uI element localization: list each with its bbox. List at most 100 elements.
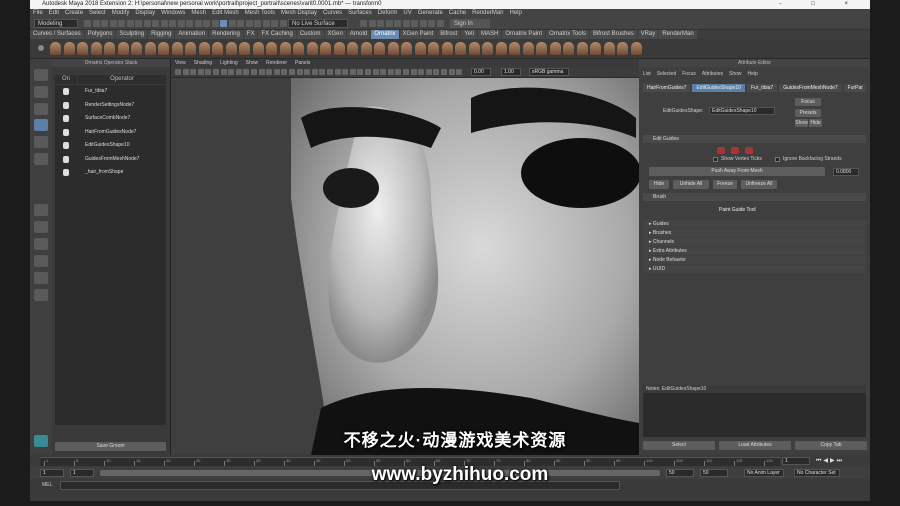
notes-field[interactable] — [643, 393, 866, 437]
ornatrix-shelf-icon[interactable] — [333, 42, 345, 55]
ornatrix-shelf-icon[interactable] — [198, 42, 210, 55]
status-render-icon[interactable] — [385, 20, 393, 27]
character-set-dropdown[interactable]: No Character Set — [794, 469, 840, 477]
ignore-backfacing-checkbox[interactable] — [775, 157, 780, 162]
shelf-tab-ornatrix-tools[interactable]: Ornatrix Tools — [546, 30, 589, 39]
viewport-tool-icon[interactable] — [342, 69, 349, 75]
ornatrix-shelf-icon[interactable] — [77, 42, 88, 55]
status-tool-icon[interactable] — [92, 20, 100, 27]
viewport-tool-icon[interactable] — [425, 69, 432, 75]
ae-show-button[interactable]: Show — [795, 119, 808, 127]
push-value-field[interactable]: 0.0800 — [833, 168, 859, 176]
scale-tool-icon[interactable] — [34, 153, 48, 165]
viewport-tool-icon[interactable] — [387, 69, 394, 75]
shelf-tab-arnold[interactable]: Arnold — [346, 30, 371, 39]
viewport-tool-icon[interactable] — [281, 69, 288, 75]
ae-focus-button[interactable]: Focus — [795, 98, 821, 106]
status-tool-icon[interactable] — [254, 20, 261, 27]
menu-mesh[interactable]: Mesh — [191, 10, 206, 16]
ae-unfreeze-all-button[interactable]: Unfreeze All — [741, 180, 777, 189]
viewport-tool-icon[interactable] — [205, 69, 212, 75]
status-tool-icon[interactable] — [84, 20, 91, 27]
status-tool-icon[interactable] — [194, 20, 202, 27]
status-tool-icon[interactable] — [152, 20, 159, 27]
status-render-icon[interactable] — [368, 20, 376, 27]
viewport-menu-renderer[interactable]: Renderer — [266, 60, 287, 66]
menu-generate[interactable]: Generate — [418, 10, 443, 16]
ae-menu-selected[interactable]: Selected — [657, 71, 676, 77]
ae-menu-show[interactable]: Show — [729, 71, 742, 77]
layout-two-icon[interactable] — [34, 238, 48, 250]
viewport-tool-icon[interactable] — [190, 69, 197, 75]
range-start-field[interactable]: 1 — [70, 469, 94, 477]
ornatrix-shelf-icon[interactable] — [428, 42, 439, 55]
tool-red2-icon[interactable] — [731, 147, 739, 154]
status-tool-icon[interactable] — [245, 20, 253, 27]
edit-guides-section[interactable]: Edit Guides — [643, 135, 866, 143]
menu-surfaces[interactable]: Surfaces — [348, 10, 372, 16]
ae-tab[interactable]: EditGuidesShape10 — [692, 84, 745, 92]
status-tool-icon[interactable] — [177, 20, 185, 27]
viewport-tool-icon[interactable] — [296, 69, 303, 75]
viewport-tool-icon[interactable] — [197, 69, 204, 75]
viewport-tool-icon[interactable] — [380, 69, 387, 75]
ae-menu-attributes[interactable]: Attributes — [702, 71, 723, 77]
viewport-tool-icon[interactable] — [403, 69, 409, 75]
menu-select[interactable]: Select — [89, 10, 106, 16]
viewport-menu-show[interactable]: Show — [246, 60, 259, 66]
viewport-tool-icon[interactable] — [395, 69, 402, 75]
paint-select-icon[interactable] — [34, 103, 48, 115]
ornatrix-shelf-icon[interactable] — [185, 42, 196, 55]
viewport-panel[interactable]: View Shading Lighting Show Renderer Panels 0.… — [171, 59, 639, 455]
shelf-tab-renderman[interactable]: RenderMan — [659, 30, 697, 39]
ornatrix-shelf-icon[interactable] — [117, 42, 129, 55]
ornatrix-shelf-icon[interactable] — [509, 42, 520, 55]
gamma-field[interactable]: 1.00 — [501, 68, 521, 76]
ornatrix-shelf-icon[interactable] — [576, 42, 588, 55]
ae-section-uuid[interactable]: ▸ UUID — [643, 265, 866, 273]
ornatrix-shelf-icon[interactable] — [563, 42, 574, 55]
menu-file[interactable]: File — [33, 10, 43, 16]
start-frame-field[interactable]: 1 — [40, 469, 64, 477]
shelf-tab-ornatrix-paint[interactable]: Ornatrix Paint — [502, 30, 546, 39]
ornatrix-shelf-icon[interactable] — [387, 42, 399, 55]
status-tool-icon[interactable] — [169, 20, 176, 27]
window-controls[interactable]: - □ × — [780, 0, 862, 9]
viewport-tool-icon[interactable] — [220, 69, 227, 75]
lasso-tool-icon[interactable] — [34, 86, 48, 98]
ae-menu-list[interactable]: List — [643, 71, 651, 77]
ae-section-node-behavior[interactable]: ▸ Node Behavior — [643, 256, 866, 264]
ornatrix-shelf-icon[interactable] — [455, 42, 466, 55]
viewport-tool-icon[interactable] — [243, 69, 250, 75]
menu-curves[interactable]: Curves — [323, 10, 342, 16]
ornatrix-shelf-icon[interactable] — [50, 42, 61, 55]
layout-custom-icon[interactable] — [34, 289, 48, 301]
viewport-tool-icon[interactable] — [228, 69, 235, 75]
shelf-tab-fx-caching[interactable]: FX Caching — [258, 30, 296, 39]
shelf-tab-curves-surfaces[interactable]: Curves / Surfaces — [30, 30, 84, 39]
ornatrix-shelf-icon[interactable] — [293, 42, 304, 55]
operator-row[interactable]: EditGuidesShape10 — [55, 139, 166, 152]
ornatrix-shelf-icon[interactable] — [549, 42, 561, 55]
status-render-icon[interactable] — [394, 20, 401, 27]
status-tool-icon[interactable] — [101, 20, 108, 27]
ae-hide-button[interactable]: Hide — [809, 119, 822, 127]
shelf-tab-fx[interactable]: FX — [243, 30, 258, 39]
menu-create[interactable]: Create — [65, 10, 83, 16]
operator-row[interactable]: HairFromGuidesNode7 — [55, 126, 166, 139]
maximize-button[interactable]: □ — [811, 1, 829, 7]
shelf-tab-xgen[interactable]: XGen — [324, 30, 346, 39]
viewport-tool-icon[interactable] — [251, 69, 257, 75]
viewport-tool-icon[interactable] — [235, 69, 242, 75]
ornatrix-shelf-icon[interactable] — [347, 42, 358, 55]
viewport-tool-icon[interactable] — [357, 69, 364, 75]
ornatrix-shelf-icon[interactable] — [279, 42, 291, 55]
viewport-tool-icon[interactable] — [289, 69, 295, 75]
anim-layer-dropdown[interactable]: No Anim Layer — [744, 469, 784, 477]
status-render-icon[interactable] — [419, 20, 427, 27]
status-tool-icon[interactable] — [160, 20, 168, 27]
ornatrix-shelf-icon[interactable] — [468, 42, 480, 55]
ae-menu-help[interactable]: Help — [748, 71, 758, 77]
ornatrix-shelf-icon[interactable] — [414, 42, 426, 55]
viewport-menu-panels[interactable]: Panels — [295, 60, 310, 66]
